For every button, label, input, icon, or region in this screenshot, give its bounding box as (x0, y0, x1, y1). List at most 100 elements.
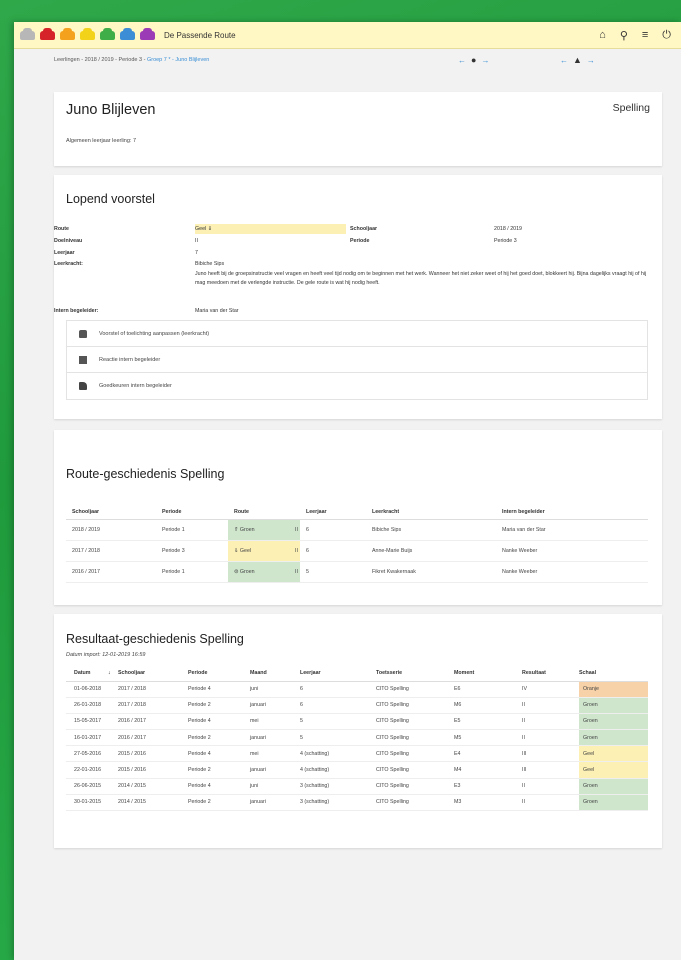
cell-schooljaar: 2015 / 2016 (118, 767, 146, 774)
cell-intern: Nanke Weeber (502, 568, 538, 575)
value-leerkracht-note: Juno heeft bij de groepsinstructie veel … (195, 271, 647, 286)
grey-car-icon[interactable] (20, 27, 35, 40)
col-toetsserie[interactable]: Toetsserie (376, 665, 454, 681)
cell-periode: Periode 3 (162, 547, 185, 554)
cell-resultaat: IV (522, 686, 528, 693)
cell-schaal: Groen (579, 697, 648, 714)
cell-periode: Periode 4 (188, 750, 211, 757)
col-datum[interactable]: Datum ↓ (66, 665, 118, 681)
subject-label: Spelling (612, 102, 650, 114)
cell-resultaat: II (522, 718, 525, 725)
sort-arrow-icon[interactable]: ↓ (92, 670, 111, 676)
orange-car-icon[interactable] (60, 27, 75, 40)
lightbulb-icon[interactable]: ⚲ (620, 29, 628, 42)
col-schaal[interactable]: Schaal (579, 665, 648, 681)
student-info: Algemeen leerjaar leerling: 7 (66, 138, 137, 144)
cell-leerkracht: Bibiche Sips (372, 526, 402, 533)
result-history-header: Datum ↓ Schooljaar Periode Maand Leerjaa… (66, 665, 648, 681)
breadcrumb-base: Leerlingen - 2018 / 2019 - Periode 3 - (54, 57, 147, 63)
breadcrumb-link[interactable]: Groep 7 * - Juno Blijleven (147, 57, 209, 63)
cell-moment: M5 (454, 734, 462, 741)
app-window: De Passende Route ⌂ ⚲ ≡ ⏻ Leerlingen - 2… (14, 22, 681, 960)
route-label: ⇓ Geel (234, 547, 252, 554)
blue-car-icon[interactable] (120, 27, 135, 40)
cell-schaal: Groen (579, 713, 648, 730)
cell-maand: januari (250, 799, 266, 806)
cell-leerjaar: 5 (306, 568, 309, 575)
next-student-arrow-icon[interactable]: → (481, 56, 489, 65)
table-row: 26-01-2018 2017 / 2018 Periode 2 januari 6 CI… (66, 697, 648, 714)
cell-leerkracht: Anne-Marie Buijs (372, 547, 413, 554)
green-car-icon[interactable] (100, 27, 115, 40)
home-icon[interactable]: ⌂ (599, 29, 606, 42)
cell-resultaat: III (522, 767, 527, 774)
cell-leerjaar: 6 (300, 702, 303, 709)
cell-leerjaar: 3 (schatting) (300, 799, 330, 806)
purple-car-icon[interactable] (140, 27, 155, 40)
cell-leerjaar: 6 (300, 686, 303, 693)
cell-schooljaar: 2016 / 2017 (72, 568, 100, 575)
route-car-icons (20, 27, 160, 40)
cell-datum: 26-06-2015 (74, 783, 102, 790)
table-row: 27-05-2016 2015 / 2016 Periode 4 mei 4 (scha… (66, 745, 648, 762)
cell-datum: 30-01-2015 (74, 799, 102, 806)
value-periode: Periode 3 (494, 238, 517, 244)
cell-maand: januari (250, 734, 266, 741)
cell-resultaat: III (522, 750, 527, 757)
table-row: 26-06-2015 2014 / 2015 Periode 4 juni 3 (sch… (66, 778, 648, 795)
col-resultaat[interactable]: Resultaat (522, 665, 579, 681)
cell-datum: 16-01-2017 (74, 734, 102, 741)
col-leerjaar[interactable]: Leerjaar (300, 505, 366, 519)
label-schooljaar: Schooljaar (350, 226, 378, 232)
proposal-title: Lopend voorstel (66, 192, 155, 206)
cell-resultaat: II (522, 799, 525, 806)
value-intern: Maria van der Star (195, 308, 239, 314)
cell-schooljaar: 2017 / 2018 (118, 702, 146, 709)
menu-icon[interactable]: ≡ (642, 29, 648, 42)
cell-schaal: Geel (579, 745, 648, 762)
edit-proposal-action[interactable]: Voorstel of toelichting aanpassen (leerk… (67, 321, 647, 347)
value-route: Geel ⇓ (195, 224, 346, 234)
prev-student-arrow-icon[interactable]: ← (458, 56, 466, 65)
route-level: II (295, 568, 298, 575)
col-leerkracht[interactable]: Leerkracht (366, 505, 496, 519)
cell-leerkracht: Fikret Kwakernaak (372, 568, 416, 575)
cell-route: ⇓ Geel II (228, 540, 300, 561)
cell-moment: E5 (454, 718, 461, 725)
next-group-arrow-icon[interactable]: → (587, 56, 595, 65)
power-icon[interactable]: ⏻ (662, 29, 671, 42)
col-moment[interactable]: Moment (454, 665, 522, 681)
red-car-icon[interactable] (40, 27, 55, 40)
col-route[interactable]: Route (228, 505, 300, 519)
col-periode[interactable]: Periode (156, 505, 228, 519)
col-leerjaar[interactable]: Leerjaar (300, 665, 376, 681)
cell-schooljaar: 2015 / 2016 (118, 750, 146, 757)
label-route: Route (54, 226, 70, 232)
approve-action[interactable]: Goedkeuren intern begeleider (67, 373, 647, 399)
cell-schooljaar: 2016 / 2017 (118, 718, 146, 725)
cell-datum: 22-01-2016 (74, 767, 102, 774)
route-history-body: 2018 / 2019 Periode 1 ⇑ Groen II 6 Bibiche Si… (66, 519, 648, 582)
col-periode[interactable]: Periode (188, 665, 250, 681)
cell-periode: Periode 4 (188, 686, 211, 693)
cell-schooljaar: 2017 / 2018 (72, 547, 100, 554)
cell-leerjaar: 5 (300, 734, 303, 741)
top-icons: ⌂ ⚲ ≡ ⏻ (599, 29, 671, 42)
col-intern[interactable]: Intern begeleider (496, 505, 648, 519)
cell-route: ⊜ Groen II (228, 561, 300, 582)
cell-schaal: Groen (579, 729, 648, 746)
reaction-action[interactable]: Reactie intern begeleider (67, 347, 647, 373)
cell-leerjaar: 6 (306, 526, 309, 533)
table-row: 22-01-2016 2015 / 2016 Periode 2 januari 4 (… (66, 761, 648, 779)
col-maand[interactable]: Maand (250, 665, 300, 681)
col-schooljaar[interactable]: Schooljaar (66, 505, 156, 519)
route-history-header: Schooljaar Periode Route Leerjaar Leerkr… (66, 505, 648, 519)
label-intern: Intern begeleider: (54, 308, 99, 314)
yellow-car-icon[interactable] (80, 27, 95, 40)
prev-group-arrow-icon[interactable]: ← (560, 56, 568, 65)
col-schooljaar[interactable]: Schooljaar (118, 665, 188, 681)
cell-schaal: Groen (579, 778, 648, 795)
cell-periode: Periode 2 (188, 767, 211, 774)
cell-toetsserie: CITO Spelling (376, 783, 409, 790)
group-nav: ← ▲ → (560, 55, 595, 65)
